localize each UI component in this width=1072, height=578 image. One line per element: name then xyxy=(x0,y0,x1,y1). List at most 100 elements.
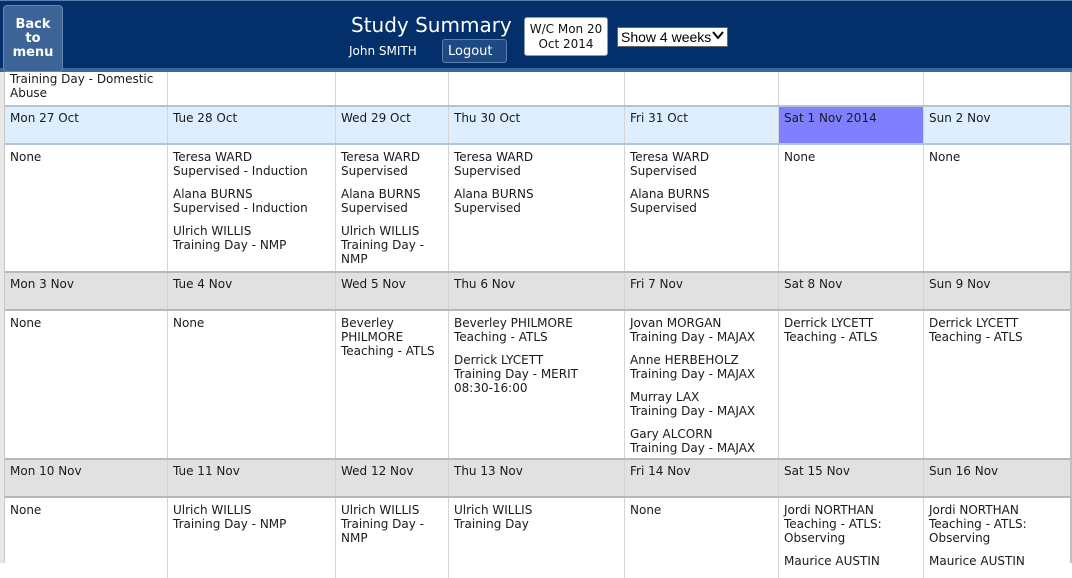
entry-detail: Training Day - MAJAX xyxy=(630,367,756,381)
study-entry[interactable]: None xyxy=(10,503,162,517)
day-header: Sat 15 Nov xyxy=(779,460,924,496)
entry-name: Alana BURNS xyxy=(630,187,710,201)
back-to-menu-label: Back to menu xyxy=(12,16,54,60)
calendar-cell: Jordi NORTHAN Teaching - ATLS: Observing M… xyxy=(924,498,1070,578)
calendar-cell: Teresa WARD Supervised - Induction Alana B… xyxy=(168,145,336,271)
entry-name: Derrick LYCETT xyxy=(929,316,1019,330)
entry-name: Maurice AUSTIN xyxy=(784,554,880,568)
entry-name: Jordi NORTHAN xyxy=(929,503,1019,517)
study-entry[interactable]: Ulrich WILLIS Training Day xyxy=(454,503,619,531)
calendar-cell: Ulrich WILLIS Training Day xyxy=(449,498,625,578)
entry-name: Anne HERBEHOLZ xyxy=(630,353,739,367)
calendar-cell: Jovan MORGAN Training Day - MAJAX Anne HER… xyxy=(625,311,779,459)
calendar-cell: Teresa WARD Supervised Alana BURNS Supervis… xyxy=(625,145,779,271)
entry-detail: Training Day - MERIT 08:30-16:00 xyxy=(454,367,578,395)
study-entry[interactable]: Anne HERBEHOLZ Training Day - MAJAX xyxy=(630,353,773,381)
entry-name: None xyxy=(784,150,816,164)
calendar-cell: None xyxy=(625,498,779,578)
entry-name: Alana BURNS xyxy=(173,187,253,201)
calendar-cell: None xyxy=(924,145,1070,271)
study-entry[interactable]: Teresa WARD Supervised - Induction xyxy=(173,150,330,178)
partial-entries-row: Training Day - Domestic Abuse xyxy=(5,66,1070,106)
entry-detail: Training Day - NMP xyxy=(173,517,287,531)
weeks-range-select[interactable]: Show 4 weeks xyxy=(617,27,728,47)
entry-detail: Teaching - ATLS: Observing xyxy=(929,517,1027,545)
study-entry[interactable]: Alana BURNS Supervised - Induction xyxy=(173,187,330,215)
study-entry[interactable]: Maurice AUSTIN xyxy=(784,554,918,568)
entry-name: Teresa WARD xyxy=(341,150,421,164)
calendar-cell: Teresa WARD Supervised Alana BURNS Supervis… xyxy=(449,145,625,271)
study-entry[interactable]: Ulrich WILLIS Training Day - NMP xyxy=(341,224,443,266)
study-entry[interactable]: Maurice AUSTIN xyxy=(929,554,1065,568)
study-entry[interactable]: None xyxy=(10,316,162,330)
week-2-entries-row: None None Beverley PHILMORE Teaching - ATLS… xyxy=(5,311,1070,459)
chevron-down-icon xyxy=(712,29,724,44)
study-entry[interactable]: Jovan MORGAN Training Day - MAJAX xyxy=(630,316,773,344)
calendar-cell xyxy=(168,66,336,106)
week-2-day-header-row: Mon 3 Nov Tue 4 Nov Wed 5 Nov Thu 6 Nov Fri … xyxy=(5,271,1070,311)
study-entry[interactable]: Teresa WARD Supervised xyxy=(454,150,619,178)
study-entry[interactable]: Ulrich WILLIS Training Day - NMP xyxy=(173,503,330,531)
study-entry[interactable]: Beverley PHILMORE Teaching - ATLS xyxy=(454,316,619,344)
entry-name: Jordi NORTHAN xyxy=(784,503,874,517)
entry-detail: Training Day - NMP xyxy=(341,238,425,266)
entry-name: Ulrich WILLIS xyxy=(173,503,252,517)
week-commencing-line2: Oct 2014 xyxy=(538,37,594,51)
study-entry[interactable]: Jordi NORTHAN Teaching - ATLS: Observing xyxy=(929,503,1065,545)
entry-name: Maurice AUSTIN xyxy=(929,554,1025,568)
entry-detail: Teaching - ATLS xyxy=(784,330,878,344)
calendar-cell xyxy=(779,66,924,106)
calendar-cell: None xyxy=(5,498,168,578)
calendar-cell xyxy=(924,66,1070,106)
study-entry[interactable]: Derrick LYCETT Teaching - ATLS xyxy=(929,316,1065,344)
study-entry[interactable]: Derrick LYCETT Training Day - MERIT 08:30… xyxy=(454,353,619,395)
entry-detail: Training Day - MAJAX xyxy=(630,404,756,418)
user-name: John SMITH xyxy=(349,44,417,58)
entry-name: Derrick LYCETT xyxy=(454,353,544,367)
calendar-cell xyxy=(625,66,779,106)
study-entry[interactable]: Ulrich WILLIS Training Day - NMP xyxy=(173,224,330,252)
calendar-cell: Training Day - Domestic Abuse xyxy=(5,66,168,106)
day-header: Tue 11 Nov xyxy=(168,460,336,496)
logout-button[interactable]: Logout xyxy=(442,39,507,63)
study-entry[interactable]: None xyxy=(929,150,1065,164)
study-entry[interactable]: None xyxy=(10,150,162,164)
study-entry[interactable]: Ulrich WILLIS Training Day - NMP xyxy=(341,503,443,545)
study-entry[interactable]: Teresa WARD Supervised xyxy=(341,150,443,178)
study-entry[interactable]: Gary ALCORN Training Day - MAJAX xyxy=(630,427,773,455)
week-3-day-header-row: Mon 10 Nov Tue 11 Nov Wed 12 Nov Thu 13 Nov… xyxy=(5,458,1070,498)
day-header-today: Sat 1 Nov 2014 xyxy=(779,107,924,143)
page-title: Study Summary xyxy=(351,13,512,37)
entry-detail: Supervised - Induction xyxy=(173,201,308,215)
calendar-cell xyxy=(336,66,449,106)
entry-detail: Training Day - MAJAX xyxy=(630,441,756,455)
entry-detail: Abuse xyxy=(10,86,48,100)
study-entry[interactable]: Beverley PHILMORE Teaching - ATLS xyxy=(341,316,443,358)
entry-name: None xyxy=(10,503,42,517)
study-entry[interactable]: None xyxy=(630,503,773,517)
back-to-menu-button[interactable]: Back to menu xyxy=(3,5,63,72)
calendar-cell: Beverley PHILMORE Teaching - ATLS xyxy=(336,311,449,459)
study-entry[interactable]: Alana BURNS Supervised xyxy=(341,187,443,215)
study-entry[interactable]: Jordi NORTHAN Teaching - ATLS: Observing xyxy=(784,503,918,545)
calendar-cell: Derrick LYCETT Teaching - ATLS xyxy=(779,311,924,459)
study-entry[interactable]: Alana BURNS Supervised xyxy=(454,187,619,215)
week-commencing-button[interactable]: W/C Mon 20 Oct 2014 xyxy=(524,17,608,56)
study-entry[interactable]: None xyxy=(784,150,918,164)
study-entry[interactable]: Derrick LYCETT Teaching - ATLS xyxy=(784,316,918,344)
calendar-cell: None xyxy=(168,311,336,459)
entry-detail: Training Day - NMP xyxy=(341,517,425,545)
study-entry[interactable]: Teresa WARD Supervised xyxy=(630,150,773,178)
study-entry[interactable]: Murray LAX Training Day - MAJAX xyxy=(630,390,773,418)
day-header: Mon 3 Nov xyxy=(5,273,168,309)
day-header: Sun 16 Nov xyxy=(929,464,999,478)
day-header: Sun 9 Nov xyxy=(929,277,991,291)
entry-name: None xyxy=(10,150,42,164)
calendar-cell: None xyxy=(5,145,168,271)
day-header: Thu 13 Nov xyxy=(449,460,625,496)
day-header: Tue 28 Oct xyxy=(168,107,336,143)
day-header: Thu 6 Nov xyxy=(449,273,625,309)
entry-detail: Training Day - MAJAX xyxy=(630,330,756,344)
study-entry[interactable]: None xyxy=(173,316,330,330)
study-entry[interactable]: Alana BURNS Supervised xyxy=(630,187,773,215)
